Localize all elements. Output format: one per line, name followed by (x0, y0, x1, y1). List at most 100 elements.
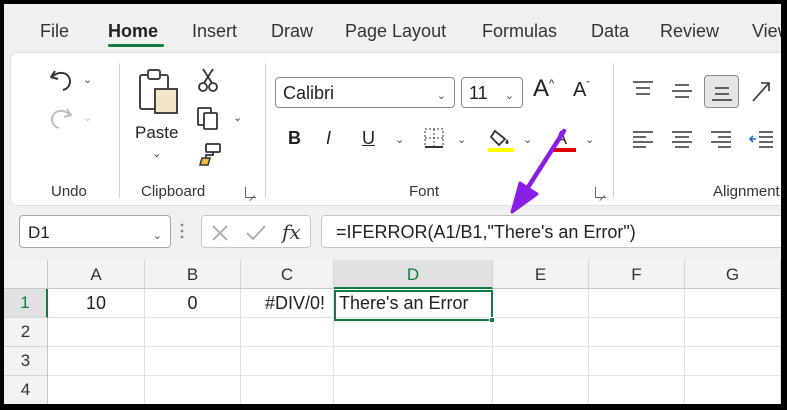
decrease-indent-icon[interactable] (749, 129, 775, 149)
paste-icon[interactable] (137, 67, 181, 115)
undo-dropdown-icon[interactable]: ⌄ (83, 73, 92, 86)
column-header-e[interactable]: E (493, 260, 589, 289)
name-box-dropdown-icon[interactable]: ⌄ (153, 229, 162, 242)
borders-dropdown-icon[interactable]: ⌄ (457, 133, 466, 146)
font-dialog-launcher-icon[interactable] (595, 187, 606, 198)
insert-function-icon[interactable]: fx (282, 220, 301, 244)
row-header-3[interactable]: 3 (4, 347, 48, 376)
group-divider (119, 63, 120, 198)
fill-color-icon[interactable] (487, 125, 515, 153)
column-header-b[interactable]: B (145, 260, 241, 289)
tab-draw[interactable]: Draw (271, 21, 313, 42)
cell-e1[interactable] (493, 289, 589, 318)
clipboard-group-label: Clipboard (141, 183, 206, 200)
font-size-select[interactable]: 11 ⌄ (461, 77, 523, 108)
cell-b1[interactable]: 0 (145, 289, 241, 318)
borders-icon[interactable] (423, 127, 445, 149)
font-name-select[interactable]: Calibri ⌄ (275, 77, 455, 108)
cell-c2[interactable] (241, 318, 334, 347)
font-size-value: 11 (469, 83, 488, 103)
tab-page-layout[interactable]: Page Layout (345, 21, 446, 42)
cell-g2[interactable] (685, 318, 781, 347)
row-header-4[interactable]: 4 (4, 376, 48, 404)
bottom-align-button[interactable] (704, 75, 739, 108)
bold-button[interactable]: B (288, 128, 301, 149)
increase-font-size-icon[interactable]: A^ (533, 75, 554, 103)
clipboard-dialog-launcher-icon[interactable] (245, 187, 256, 198)
format-painter-icon[interactable] (197, 141, 223, 167)
column-header-a[interactable]: A (48, 260, 145, 289)
underline-dropdown-icon[interactable]: ⌄ (395, 133, 404, 146)
alignment-group-label: Alignment (713, 183, 780, 200)
font-color-icon[interactable]: A (549, 125, 577, 153)
cell-a2[interactable] (48, 318, 145, 347)
align-left-icon[interactable] (631, 129, 655, 149)
orientation-icon[interactable] (749, 77, 779, 107)
cell-d3[interactable] (334, 347, 493, 376)
cell-d4[interactable] (334, 376, 493, 404)
cell-d2[interactable] (334, 318, 493, 347)
font-size-dropdown-icon: ⌄ (504, 90, 514, 102)
tab-view[interactable]: View (752, 21, 781, 42)
cut-icon[interactable] (197, 67, 219, 93)
cell-f3[interactable] (589, 347, 685, 376)
cell-a3[interactable] (48, 347, 145, 376)
cell-e4[interactable] (493, 376, 589, 404)
tab-insert[interactable]: Insert (192, 21, 237, 42)
cell-b4[interactable] (145, 376, 241, 404)
name-box[interactable]: D1 ⌄ (19, 215, 171, 248)
row-header-2[interactable]: 2 (4, 318, 48, 347)
cell-c4[interactable] (241, 376, 334, 404)
cell-c1[interactable]: #DIV/0! (241, 289, 334, 318)
cell-f2[interactable] (589, 318, 685, 347)
align-center-icon[interactable] (670, 129, 694, 149)
formula-input[interactable]: =IFERROR(A1/B1,"There's an Error") (321, 215, 781, 248)
paste-label[interactable]: Paste (135, 123, 178, 143)
undo-icon[interactable] (47, 67, 75, 93)
cancel-icon[interactable] (211, 224, 229, 242)
tab-data[interactable]: Data (591, 21, 629, 42)
column-header-f[interactable]: F (589, 260, 685, 289)
cell-g4[interactable] (685, 376, 781, 404)
cell-a4[interactable] (48, 376, 145, 404)
underline-button[interactable]: U (362, 128, 375, 149)
fill-color-dropdown-icon[interactable]: ⌄ (523, 133, 532, 146)
cell-f1[interactable] (589, 289, 685, 318)
align-right-icon[interactable] (709, 129, 733, 149)
copy-dropdown-icon[interactable]: ⌄ (233, 111, 242, 124)
excel-window: File Home Insert Draw Page Layout Formul… (4, 4, 781, 404)
copy-icon[interactable] (195, 105, 221, 131)
enter-check-icon[interactable] (245, 224, 267, 242)
undo-group-label: Undo (51, 183, 87, 200)
cell-e3[interactable] (493, 347, 589, 376)
tab-file[interactable]: File (40, 21, 69, 42)
cell-e2[interactable] (493, 318, 589, 347)
cell-a1[interactable]: 10 (48, 289, 145, 318)
font-group-label: Font (409, 183, 440, 200)
column-header-c[interactable]: C (241, 260, 334, 289)
paste-dropdown-icon[interactable]: ⌄ (152, 147, 161, 160)
formula-bar-resize-handle-icon[interactable] (179, 222, 185, 240)
svg-text:A: A (555, 128, 567, 148)
group-divider (265, 63, 266, 198)
cell-b3[interactable] (145, 347, 241, 376)
tab-home[interactable]: Home (108, 21, 158, 42)
italic-button[interactable]: I (326, 128, 331, 149)
row-header-1[interactable]: 1 (4, 289, 48, 318)
cell-b2[interactable] (145, 318, 241, 347)
cell-g1[interactable] (685, 289, 781, 318)
decrease-font-size-icon[interactable]: Aˇ (573, 79, 590, 102)
active-cell-border (334, 290, 493, 321)
fill-handle[interactable] (489, 317, 495, 323)
tab-formulas[interactable]: Formulas (482, 21, 557, 42)
cell-g3[interactable] (685, 347, 781, 376)
column-header-d[interactable]: D (334, 260, 493, 289)
cell-c3[interactable] (241, 347, 334, 376)
top-align-icon[interactable] (631, 79, 655, 99)
middle-align-icon[interactable] (670, 81, 694, 101)
tab-review[interactable]: Review (660, 21, 719, 42)
font-color-dropdown-icon[interactable]: ⌄ (585, 133, 594, 146)
select-all-button[interactable] (4, 260, 48, 289)
column-header-g[interactable]: G (685, 260, 781, 289)
cell-f4[interactable] (589, 376, 685, 404)
